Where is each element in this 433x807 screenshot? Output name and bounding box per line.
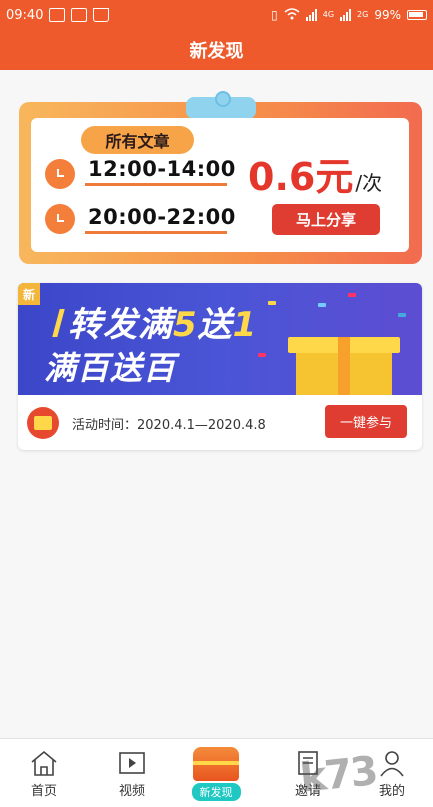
- signal-icon-2: [340, 9, 352, 21]
- status-bar: 09:40 ▯ 4G 2G 99%: [0, 0, 433, 30]
- home-icon: [31, 750, 57, 776]
- reward-price-unit: /次: [355, 171, 383, 195]
- video-icon: [119, 752, 145, 774]
- reward-price: 0.6元 /次: [248, 146, 382, 201]
- nav-video-label: 视频: [118, 784, 145, 799]
- time-slot-2-underline: [85, 231, 227, 234]
- gift-box-icon: [284, 319, 404, 395]
- confetti: [398, 313, 406, 317]
- article-scope-pill: 所有文章: [81, 126, 194, 154]
- message-icon: [49, 8, 66, 22]
- wifi-icon: [284, 7, 300, 23]
- activity-time-label: 活动时间：2020.4.1—2020.4.8: [72, 418, 266, 433]
- nav-home-label: 首页: [30, 784, 57, 799]
- new-badge: 新: [18, 283, 40, 305]
- banner-subline: 满百送百: [44, 349, 177, 387]
- signal-icon-1: [305, 9, 317, 21]
- clip-decoration: [186, 91, 256, 119]
- gift-avatar-icon: [27, 407, 59, 439]
- nav-video[interactable]: 视频: [92, 739, 172, 807]
- battery-icon: [407, 10, 427, 20]
- nav-discover-label: 新发现: [191, 783, 241, 801]
- banner-headline-part-a: 转发满: [68, 305, 173, 345]
- activity-footer: 活动时间：2020.4.1—2020.4.8 一键参与: [18, 395, 422, 450]
- scan-icon: [71, 8, 88, 22]
- join-button[interactable]: 一键参与: [325, 405, 407, 438]
- activity-card: 新 转发满5送1 满百送百 活动时间：2020.4.1—2020.4.8 一键参…: [18, 283, 422, 450]
- time-slot-1-underline: [85, 183, 227, 186]
- treasure-chest-icon: [193, 747, 239, 781]
- clean-icon: [93, 8, 110, 22]
- nav-home[interactable]: 首页: [4, 739, 84, 807]
- confetti: [318, 303, 326, 307]
- vibrate-icon: ▯: [271, 8, 278, 22]
- nav-discover[interactable]: 新发现: [185, 743, 247, 803]
- confetti: [348, 293, 356, 297]
- status-time: 09:40: [6, 7, 44, 23]
- time-slot-2: 20:00-22:00: [88, 205, 236, 229]
- battery-percent: 99%: [374, 8, 401, 22]
- clock-icon: [45, 159, 75, 189]
- banner-headline-part-d: 1: [232, 305, 258, 345]
- banner-headline: 转发满5送1: [68, 297, 257, 346]
- confetti: [258, 353, 266, 357]
- banner-stripe: [52, 309, 65, 337]
- network-type-1: 4G: [322, 10, 335, 19]
- status-right: ▯ 4G 2G 99%: [271, 7, 427, 23]
- network-type-2: 2G: [357, 10, 369, 19]
- reward-price-value: 0.6元: [248, 155, 354, 199]
- page-title-bar: 新发现: [0, 30, 433, 70]
- confetti: [268, 301, 276, 305]
- page-title: 新发现: [189, 41, 244, 62]
- share-now-button[interactable]: 马上分享: [272, 204, 380, 235]
- time-slot-1: 12:00-14:00: [88, 157, 236, 181]
- banner-headline-part-b: 5: [173, 305, 198, 345]
- site-watermark: k73: [297, 748, 379, 802]
- banner-headline-part-c: 送: [197, 305, 233, 345]
- clock-icon: [45, 204, 75, 234]
- activity-banner[interactable]: 新 转发满5送1 满百送百: [18, 283, 422, 395]
- profile-icon: [380, 751, 404, 777]
- nav-mine-label: 我的: [378, 784, 405, 799]
